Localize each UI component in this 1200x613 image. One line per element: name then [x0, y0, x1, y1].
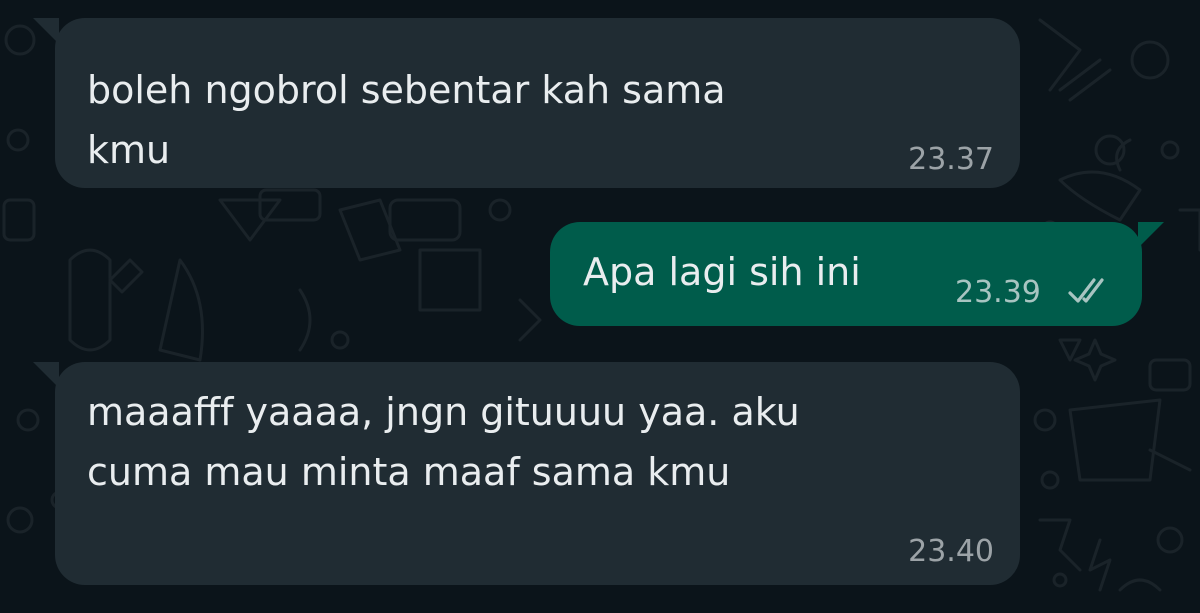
- message-bubble-incoming[interactable]: boleh ngobrol sebentar kah sama kmu 23.3…: [33, 18, 1020, 188]
- message-text: maaafff yaaaa, jngn gituuuu yaa. aku cum…: [87, 390, 800, 494]
- message-text: boleh ngobrol sebentar kah sama kmu: [87, 68, 726, 172]
- message-bubble-incoming[interactable]: maaafff yaaaa, jngn gituuuu yaa. aku cum…: [33, 362, 1020, 585]
- bubble-tail: [33, 18, 59, 44]
- bubble-tail: [33, 362, 59, 388]
- message-bubble-outgoing[interactable]: Apa lagi sih ini 23.39: [550, 222, 1164, 326]
- message-text: Apa lagi sih ini: [583, 250, 861, 294]
- message-timestamp: 23.39: [955, 275, 1041, 310]
- double-check-icon: [1068, 278, 1104, 303]
- message-timestamp: 23.37: [908, 142, 994, 177]
- bubble-tail: [1138, 222, 1164, 248]
- message-timestamp: 23.40: [908, 534, 994, 569]
